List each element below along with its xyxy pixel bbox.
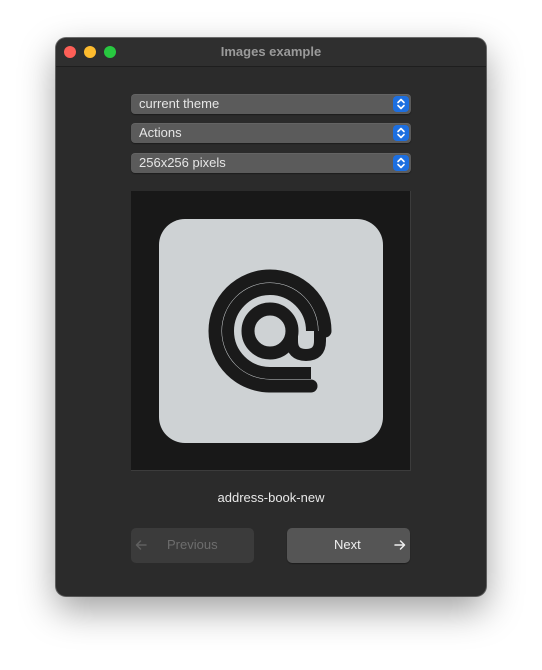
updown-chevron-icon bbox=[393, 155, 409, 171]
updown-chevron-icon bbox=[393, 96, 409, 112]
arrow-left-icon bbox=[134, 538, 148, 552]
next-button[interactable]: Next bbox=[287, 528, 410, 563]
updown-chevron-icon bbox=[393, 125, 409, 141]
context-combo[interactable]: Actions bbox=[131, 123, 411, 143]
title-bar[interactable]: Images example bbox=[56, 38, 486, 67]
theme-combo-value: current theme bbox=[139, 96, 220, 111]
next-button-label: Next bbox=[334, 537, 361, 552]
size-combo-value: 256x256 pixels bbox=[139, 155, 226, 170]
arrow-right-icon bbox=[393, 538, 407, 552]
icon-name-label: address-book-new bbox=[217, 490, 325, 505]
at-sign-icon bbox=[159, 219, 383, 443]
window-title: Images example bbox=[220, 44, 322, 59]
previous-button-label: Previous bbox=[167, 537, 218, 552]
icon-preview bbox=[131, 191, 411, 471]
size-combo[interactable]: 256x256 pixels bbox=[131, 153, 411, 173]
images-example-window: Images example current theme Actions 256… bbox=[56, 38, 486, 596]
context-combo-value: Actions bbox=[139, 125, 182, 140]
previous-button[interactable]: Previous bbox=[131, 528, 254, 563]
theme-combo[interactable]: current theme bbox=[131, 94, 411, 114]
